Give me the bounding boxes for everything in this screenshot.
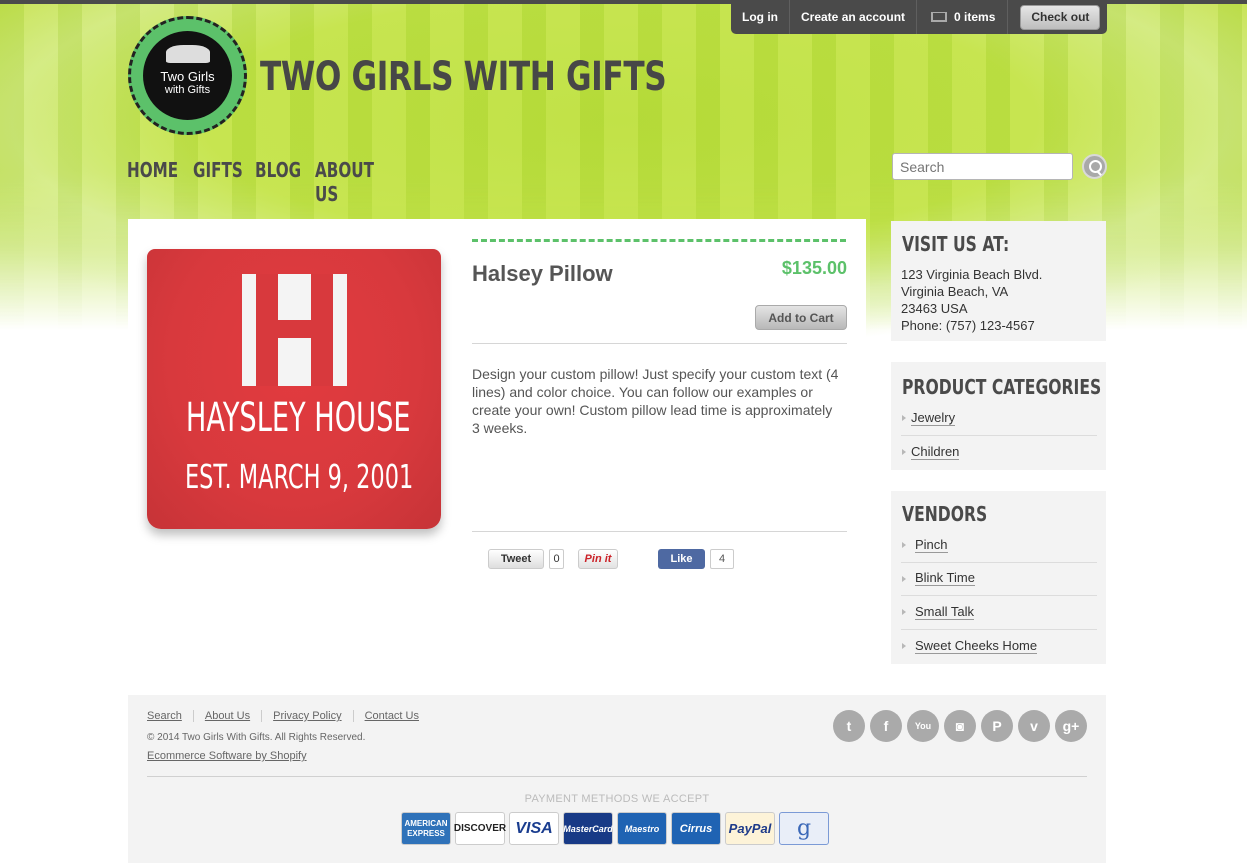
- address-line: 23463 USA: [901, 301, 968, 316]
- pinterest-icon[interactable]: P: [981, 710, 1013, 742]
- amex-icon: AMERICAN EXPRESS: [401, 812, 451, 845]
- store-address: 123 Virginia Beach Blvd. Virginia Beach,…: [901, 266, 1042, 334]
- footer-link-search[interactable]: Search: [147, 710, 193, 722]
- divider: [472, 531, 847, 532]
- google-plus-icon[interactable]: g+: [1055, 710, 1087, 742]
- search-input[interactable]: [892, 153, 1073, 180]
- site-logo[interactable]: Two Girls with Gifts: [128, 16, 247, 135]
- vendor-label: Blink Time: [915, 570, 975, 587]
- nav-about-us[interactable]: ABOUT US: [315, 158, 374, 206]
- category-children[interactable]: Children: [901, 436, 1097, 470]
- search-icon[interactable]: [1082, 154, 1107, 179]
- logo-silhouette-icon: [165, 45, 210, 63]
- discover-icon: DISCOVER: [454, 812, 506, 845]
- nav-blog[interactable]: BLOG: [255, 158, 301, 206]
- vendors-widget: VENDORS Pinch Blink Time Small Talk Swee…: [891, 491, 1106, 664]
- main-nav: HOME GIFTS BLOG ABOUT US: [127, 158, 385, 206]
- address-line: 123 Virginia Beach Blvd.: [901, 267, 1043, 282]
- maestro-icon: Maestro: [617, 812, 667, 845]
- dashed-divider: [472, 239, 846, 242]
- logo-badge: Two Girls with Gifts: [143, 31, 232, 120]
- footer-divider: [147, 776, 1087, 777]
- product-categories-widget: PRODUCT CATEGORIES Jewelry Children: [891, 362, 1106, 470]
- copyright: © 2014 Two Girls With Gifts. All Rights …: [147, 732, 366, 743]
- pillow-monogram-box: [242, 274, 347, 386]
- shopify-link[interactable]: Ecommerce Software by Shopify: [147, 750, 307, 762]
- nav-gifts[interactable]: GIFTS: [193, 158, 243, 206]
- twitter-icon[interactable]: t: [833, 710, 865, 742]
- facebook-icon[interactable]: f: [870, 710, 902, 742]
- like-count: 4: [710, 549, 734, 569]
- payment-methods: AMERICAN EXPRESS DISCOVER VISA MasterCar…: [401, 812, 829, 845]
- cart-count: 0 items: [954, 10, 996, 24]
- cart-link[interactable]: 0 items: [917, 0, 1009, 34]
- google-checkout-icon: g: [779, 812, 829, 845]
- nav-home[interactable]: HOME: [127, 158, 178, 206]
- pin-it-button[interactable]: Pin it: [578, 549, 618, 569]
- cirrus-icon: Cirrus: [671, 812, 721, 845]
- phone-number: Phone: (757) 123-4567: [901, 318, 1035, 333]
- pillow-text-line2: EST. MARCH 9, 2001: [185, 457, 414, 496]
- footer-link-privacy-policy[interactable]: Privacy Policy: [261, 710, 352, 722]
- monogram-stroke-left: [256, 274, 278, 386]
- youtube-icon[interactable]: You: [907, 710, 939, 742]
- payment-heading: PAYMENT METHODS WE ACCEPT: [524, 793, 710, 805]
- widget-title: PRODUCT CATEGORIES: [902, 375, 1102, 399]
- visa-icon: VISA: [509, 812, 559, 845]
- vendor-list: Pinch Blink Time Small Talk Sweet Cheeks…: [901, 529, 1097, 663]
- add-to-cart-button[interactable]: Add to Cart: [755, 305, 847, 330]
- visit-us-widget: VISIT US AT: 123 Virginia Beach Blvd. Vi…: [891, 221, 1106, 341]
- footer: Search About Us Privacy Policy Contact U…: [128, 695, 1106, 863]
- logo-line2: with Gifts: [164, 84, 211, 96]
- vendor-label: Small Talk: [915, 603, 975, 620]
- vendor-blink-time[interactable]: Blink Time: [901, 563, 1097, 596]
- monogram-crossbar: [278, 320, 311, 338]
- tweet-count: 0: [549, 549, 564, 569]
- instagram-icon[interactable]: ◙: [944, 710, 976, 742]
- category-label: Jewelry: [911, 409, 956, 426]
- category-jewelry[interactable]: Jewelry: [901, 402, 1097, 436]
- widget-title: VENDORS: [902, 502, 988, 526]
- account-bar: Log in Create an account 0 items Check o…: [731, 0, 1107, 34]
- facebook-like-button[interactable]: Like: [658, 549, 705, 569]
- footer-links: Search About Us Privacy Policy Contact U…: [147, 710, 430, 722]
- pillow-text-line1: HAYSLEY HOUSE: [185, 395, 411, 441]
- address-line: Virginia Beach, VA: [901, 284, 1009, 299]
- logo-line1: Two Girls: [160, 69, 215, 84]
- vimeo-icon[interactable]: v: [1018, 710, 1050, 742]
- monogram-stroke-right: [311, 274, 333, 386]
- cart-icon: [929, 11, 948, 23]
- vendor-pinch[interactable]: Pinch: [901, 529, 1097, 563]
- site-title[interactable]: TWO GIRLS WITH GIFTS: [260, 54, 667, 100]
- vendor-small-talk[interactable]: Small Talk: [901, 596, 1097, 630]
- tweet-button[interactable]: Tweet: [488, 549, 544, 569]
- product-image[interactable]: HAYSLEY HOUSE EST. MARCH 9, 2001: [147, 249, 441, 529]
- create-account-label: Create an account: [801, 10, 906, 24]
- divider: [472, 343, 847, 344]
- vendor-label: Pinch: [915, 536, 948, 553]
- category-list: Jewelry Children: [901, 402, 1097, 469]
- widget-title: VISIT US AT:: [902, 232, 1010, 256]
- paypal-icon: PayPal: [725, 812, 775, 845]
- product-description: Design your custom pillow! Just specify …: [472, 366, 839, 436]
- checkout-button[interactable]: Check out: [1020, 4, 1101, 30]
- footer-link-contact-us[interactable]: Contact Us: [352, 710, 430, 722]
- mastercard-icon: MasterCard: [563, 812, 613, 845]
- create-account-link[interactable]: Create an account: [790, 0, 918, 34]
- login-link[interactable]: Log in: [731, 0, 790, 34]
- vendor-sweet-cheeks-home[interactable]: Sweet Cheeks Home: [901, 630, 1097, 664]
- category-label: Children: [911, 443, 960, 460]
- login-label: Log in: [742, 10, 778, 24]
- product-price: $135.00: [781, 258, 847, 278]
- product-card: HAYSLEY HOUSE EST. MARCH 9, 2001 Halsey …: [128, 219, 866, 661]
- vendor-label: Sweet Cheeks Home: [915, 637, 1038, 654]
- product-title: Halsey Pillow: [472, 261, 613, 286]
- social-icons: t f You ◙ P v g+: [833, 710, 1087, 742]
- footer-link-about-us[interactable]: About Us: [192, 710, 261, 722]
